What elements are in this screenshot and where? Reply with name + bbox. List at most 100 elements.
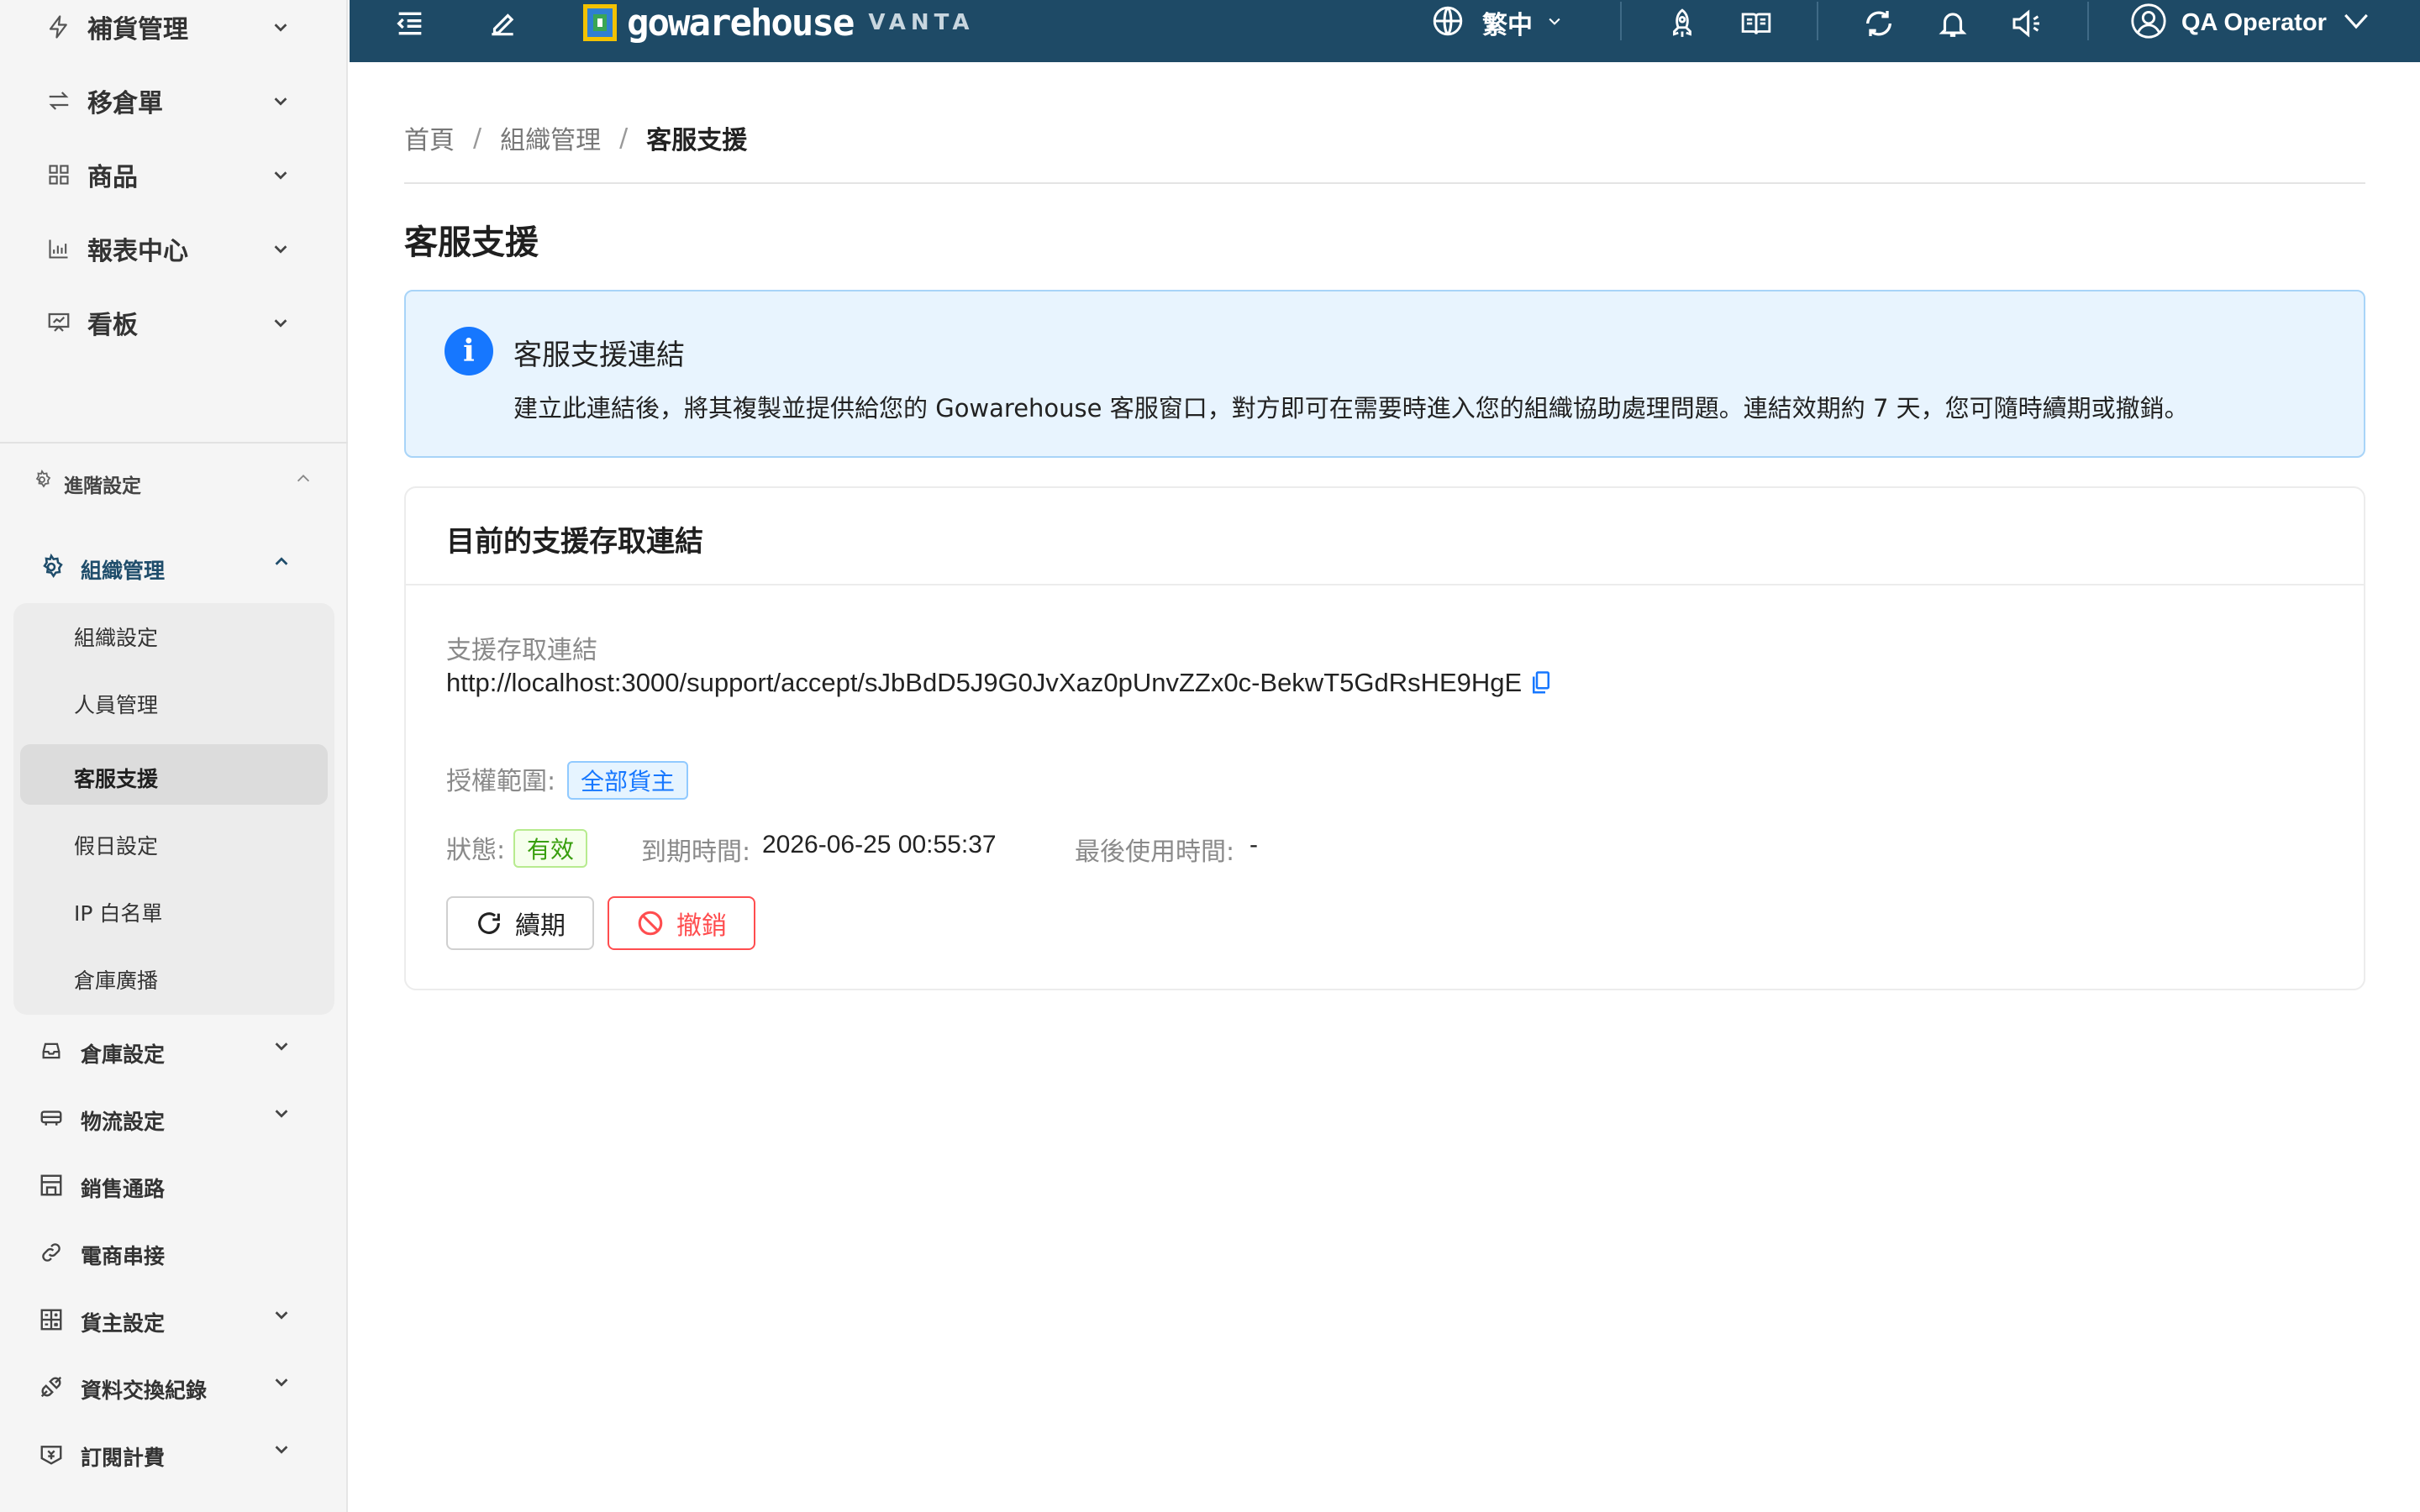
chevron-down-icon bbox=[266, 234, 296, 264]
rocket-icon[interactable] bbox=[1664, 5, 1701, 42]
sidebar-item-label: 電商串接 bbox=[81, 1244, 166, 1268]
chevron-down-icon bbox=[272, 1373, 299, 1399]
scope-label: 授權範圍: bbox=[446, 767, 556, 796]
brand-name: gowarehouse bbox=[627, 1, 855, 45]
sidebar-item-label: 物流設定 bbox=[81, 1110, 166, 1134]
sidebar-item-sales-channels[interactable]: 銷售通路 bbox=[0, 1154, 348, 1215]
chevron-up-icon bbox=[272, 553, 299, 580]
sidebar-item-label: 訂閱計費 bbox=[81, 1446, 166, 1470]
divider bbox=[404, 182, 2365, 184]
brand-logo[interactable]: gowarehouse VANTA bbox=[583, 0, 974, 45]
book-icon[interactable] bbox=[1738, 5, 1775, 42]
chevron-down-icon bbox=[272, 1037, 299, 1063]
chevron-down-icon bbox=[272, 1305, 299, 1332]
money-collect-icon bbox=[37, 1440, 66, 1468]
sidebar-item-label: 商品 bbox=[87, 163, 138, 192]
divider bbox=[2087, 2, 2089, 40]
sidebar-item-replenishment[interactable]: 補貨管理 bbox=[0, 0, 348, 60]
sidebar-item-org-management[interactable]: 組織管理 bbox=[0, 536, 348, 596]
chevron-up-icon bbox=[294, 470, 318, 493]
user-name: QA Operator bbox=[2181, 8, 2327, 36]
chevron-down-icon bbox=[1546, 13, 1563, 34]
api-icon bbox=[37, 1373, 66, 1401]
renew-button[interactable]: 續期 bbox=[446, 896, 594, 950]
edit-icon[interactable] bbox=[484, 5, 521, 42]
advanced-settings-header[interactable]: 進階設定 bbox=[0, 466, 348, 500]
alert-description: 建立此連結後，將其複製並提供給您的 Gowarehouse 客服窗口，對方即可在… bbox=[513, 394, 2189, 423]
language-label: 繁中 bbox=[1482, 11, 1533, 40]
sidebar: 補貨管理 移倉單 商品 報表中心 看板 進階設定 組織管理 組織設定 人員管理 … bbox=[0, 0, 348, 1512]
brand-subtitle: VANTA bbox=[868, 10, 975, 35]
bar-chart-icon bbox=[44, 234, 74, 264]
chevron-down-icon bbox=[272, 1440, 299, 1467]
sidebar-item-staff[interactable]: 人員管理 bbox=[20, 670, 328, 731]
sidebar-item-support[interactable]: 客服支援 bbox=[20, 744, 328, 805]
sidebar-item-broadcast[interactable]: 倉庫廣播 bbox=[20, 946, 328, 1006]
refresh-icon[interactable] bbox=[1860, 5, 1897, 42]
gear-icon bbox=[32, 469, 55, 493]
chevron-down-icon bbox=[272, 1104, 299, 1131]
shop-icon bbox=[37, 1171, 66, 1200]
bell-icon[interactable] bbox=[1934, 5, 1971, 42]
lightning-icon bbox=[44, 12, 74, 42]
sidebar-item-org-settings[interactable]: 組織設定 bbox=[20, 603, 328, 664]
chevron-down-icon bbox=[266, 160, 296, 190]
advanced-settings-label: 進階設定 bbox=[64, 475, 141, 497]
sidebar-item-label: 銷售通路 bbox=[81, 1177, 166, 1201]
menu-fold-icon[interactable] bbox=[392, 5, 429, 42]
divider bbox=[406, 584, 2364, 585]
sidebar-item-reports[interactable]: 報表中心 bbox=[0, 215, 348, 282]
breadcrumb-org[interactable]: 組織管理 bbox=[500, 119, 601, 156]
sidebar-item-warehouse-settings[interactable]: 倉庫設定 bbox=[0, 1020, 348, 1080]
grid-icon bbox=[44, 160, 74, 190]
sidebar-item-label: 組織設定 bbox=[74, 626, 159, 650]
org-submenu: 組織設定 人員管理 客服支援 假日設定 IP 白名單 倉庫廣播 bbox=[13, 603, 334, 1015]
sidebar-divider bbox=[0, 442, 348, 444]
inbox-icon bbox=[37, 1037, 66, 1065]
revoke-button-label: 撤銷 bbox=[676, 911, 727, 941]
sidebar-item-label: IP 白名單 bbox=[74, 901, 163, 926]
truck-icon bbox=[37, 1104, 66, 1132]
stop-icon bbox=[636, 909, 665, 937]
sidebar-item-holidays[interactable]: 假日設定 bbox=[20, 811, 328, 872]
alert-title: 客服支援連結 bbox=[513, 339, 685, 372]
sidebar-item-label: 資料交換紀錄 bbox=[81, 1378, 208, 1403]
calculator-icon bbox=[37, 1305, 66, 1334]
divider bbox=[1817, 2, 1818, 40]
renew-button-label: 續期 bbox=[515, 911, 566, 941]
chevron-down-icon bbox=[2342, 7, 2370, 39]
sidebar-item-data-exchange-log[interactable]: 資料交換紀錄 bbox=[0, 1356, 348, 1416]
sound-icon[interactable] bbox=[2008, 5, 2045, 42]
chevron-down-icon bbox=[266, 86, 296, 116]
sidebar-item-label: 假日設定 bbox=[74, 834, 159, 858]
support-link-row: http://localhost:3000/support/accept/sJb… bbox=[446, 668, 1552, 698]
sidebar-item-subscription[interactable]: 訂閱計費 bbox=[0, 1423, 348, 1483]
link-icon bbox=[37, 1238, 66, 1267]
sidebar-item-label: 看板 bbox=[87, 311, 138, 340]
support-link-card: 目前的支援存取連結 支援存取連結 http://localhost:3000/s… bbox=[404, 486, 2365, 990]
breadcrumb-home[interactable]: 首頁 bbox=[404, 119, 455, 156]
gear-icon bbox=[37, 553, 66, 581]
expiry-label: 到期時間: bbox=[641, 837, 751, 867]
sidebar-item-ip-whitelist[interactable]: IP 白名單 bbox=[20, 879, 328, 939]
sidebar-item-dashboard[interactable]: 看板 bbox=[0, 289, 348, 356]
sidebar-item-label: 組織管理 bbox=[81, 559, 166, 583]
support-link-url[interactable]: http://localhost:3000/support/accept/sJb… bbox=[446, 668, 1522, 698]
sidebar-item-label: 報表中心 bbox=[87, 237, 188, 266]
reload-icon bbox=[475, 909, 503, 937]
revoke-button[interactable]: 撤銷 bbox=[608, 896, 755, 950]
last-used-value: - bbox=[1249, 831, 1258, 858]
last-used-label: 最後使用時間: bbox=[1075, 837, 1235, 867]
language-selector[interactable]: 繁中 bbox=[1430, 3, 1563, 42]
sidebar-item-owner-settings[interactable]: 貨主設定 bbox=[0, 1289, 348, 1349]
sidebar-item-label: 人員管理 bbox=[74, 693, 159, 717]
sidebar-item-logistics-settings[interactable]: 物流設定 bbox=[0, 1087, 348, 1147]
transfer-icon bbox=[44, 86, 74, 116]
sidebar-item-products[interactable]: 商品 bbox=[0, 141, 348, 208]
breadcrumb: 首頁 / 組織管理 / 客服支援 bbox=[404, 119, 747, 156]
gowarehouse-logo-icon bbox=[583, 4, 617, 41]
sidebar-item-ecommerce[interactable]: 電商串接 bbox=[0, 1221, 348, 1282]
copy-icon[interactable] bbox=[1530, 670, 1552, 696]
user-menu[interactable]: QA Operator bbox=[2129, 2, 2370, 44]
sidebar-item-transfer[interactable]: 移倉單 bbox=[0, 67, 348, 134]
